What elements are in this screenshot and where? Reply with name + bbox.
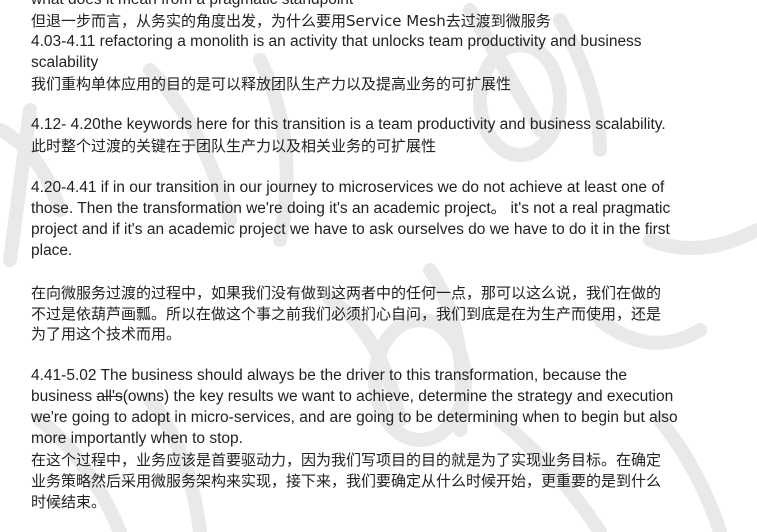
text-line: we're going to adopt in micro-services, … [31,409,678,427]
text-line: place. [31,241,73,259]
text-line: 4.03-4.11 refactoring a monolith is an a… [31,32,642,50]
text-line: 此时整个过渡的关键在于团队生产力以及相关业务的可扩展性 [31,137,437,156]
text-line: 时候结束。 [31,492,107,511]
text-line: 在向微服务过渡的过程中，如果我们没有做到这两者中的任何一点，那可以这么说，我们在… [31,283,662,302]
text-line: 4.41-5.02 The business should always be … [31,367,627,385]
text-line: more importantly when to stop. [31,429,243,447]
text-segment: business [31,388,97,406]
text-line: those. Then the transformation we're doi… [31,200,671,218]
text-line: 4.12- 4.20the keywords here for this tra… [31,116,666,134]
struck-text: all's [96,388,123,406]
text-line: 4.20-4.41 if in our transition in our jo… [31,179,665,197]
text-line: 业务策略然后采用微服务架构来实现，接下来，我们要确定从什么时候开始，更重要的是到… [31,471,662,490]
text-line: project and if it's an academic project … [31,220,670,238]
text-line: 为了用这个技术而用。 [31,325,182,344]
document-body: what does it mean from a pragmatic stand… [31,0,736,513]
text-line: business all's(owns) the key results we … [31,387,736,408]
text-line: scalability [31,53,99,71]
text-line: 我们重构单体应用的目的是可以释放团队生产力以及提高业务的可扩展性 [31,74,512,93]
text-line: 在这个过程中，业务应该是首要驱动力，因为我们写项目的目的就是为了实现业务目标。在… [31,450,662,469]
text-line: 不过是依葫芦画瓢。所以在做这个事之前我们必须扪心自问，我们到底是在为生产而使用，… [31,304,662,323]
text-line: what does it mean from a pragmatic stand… [31,0,736,11]
text-segment: (owns) the key results we want to achiev… [122,388,674,406]
watermark-stroke [3,103,37,267]
text-line: 但退一步而言，从务实的角度出发，为什么要用Service Mesh去过渡到微服务 [31,11,551,30]
